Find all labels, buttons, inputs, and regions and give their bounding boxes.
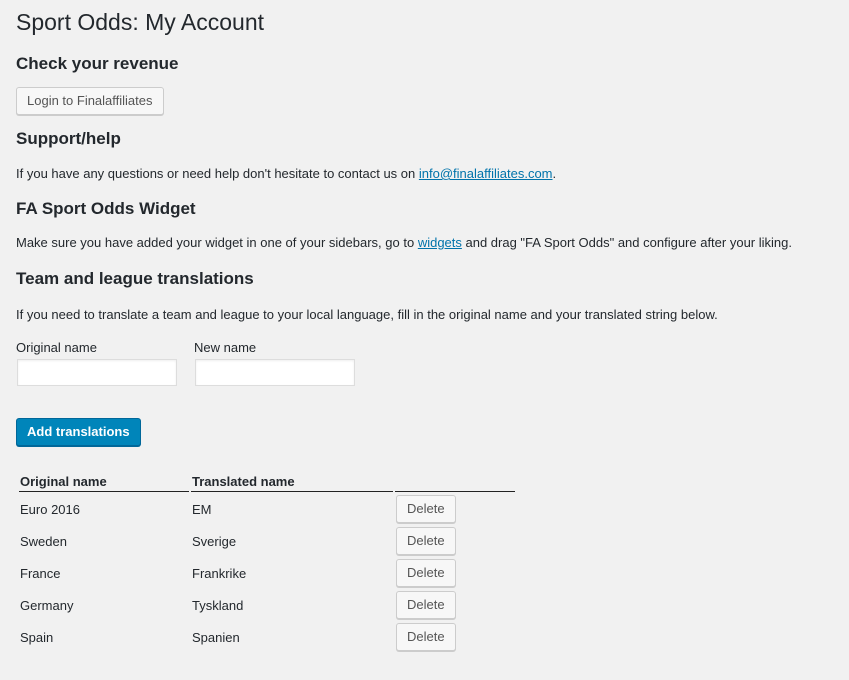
original-name-label: Original name <box>16 340 97 355</box>
translations-table: Original name Translated name Euro 2016 … <box>17 471 517 654</box>
table-row: Euro 2016 EM Delete <box>19 494 515 524</box>
table-row: France Frankrike Delete <box>19 558 515 588</box>
delete-button[interactable]: Delete <box>396 591 456 619</box>
row-actions: Delete <box>395 494 515 524</box>
translations-description: If you need to translate a team and leag… <box>16 307 718 322</box>
delete-button[interactable]: Delete <box>396 559 456 587</box>
new-name-input[interactable] <box>195 359 355 386</box>
widget-text-after: and drag "FA Sport Odds" and configure a… <box>461 235 792 250</box>
login-finalaffiliates-button[interactable]: Login to Finalaffiliates <box>16 87 164 115</box>
table-row: Germany Tyskland Delete <box>19 590 515 620</box>
table-header-row: Original name Translated name <box>19 473 515 492</box>
table-row: Sweden Sverige Delete <box>19 526 515 556</box>
row-actions: Delete <box>395 526 515 556</box>
row-translated: Spanien <box>192 629 240 645</box>
account-page: Sport Odds: My Account Check your revenu… <box>0 0 849 654</box>
row-original: France <box>20 565 61 581</box>
delete-button[interactable]: Delete <box>396 623 456 651</box>
support-text: If you have any questions or need help d… <box>16 164 849 184</box>
widget-text-before: Make sure you have added your widget in … <box>16 235 418 250</box>
widgets-link[interactable]: widgets <box>418 235 462 250</box>
revenue-heading: Check your revenue <box>16 54 179 73</box>
support-text-before: If you have any questions or need help d… <box>16 166 419 181</box>
row-original: Euro 2016 <box>20 501 80 517</box>
row-translated: Tyskland <box>192 597 244 613</box>
widget-text: Make sure you have added your widget in … <box>16 233 849 253</box>
original-name-group: Original name <box>16 339 194 386</box>
row-translated: Frankrike <box>192 565 247 581</box>
delete-button[interactable]: Delete <box>396 495 456 523</box>
row-translated: EM <box>192 501 212 517</box>
support-heading: Support/help <box>16 129 121 148</box>
add-translations-button[interactable]: Add translations <box>16 418 141 446</box>
row-actions: Delete <box>395 558 515 588</box>
page-title: Sport Odds: My Account <box>16 9 265 35</box>
header-translated-name: Translated name <box>191 473 393 492</box>
widget-heading: FA Sport Odds Widget <box>16 199 196 218</box>
delete-button[interactable]: Delete <box>396 527 456 555</box>
row-original: Spain <box>20 629 54 645</box>
header-actions <box>395 473 515 492</box>
translations-heading: Team and league translations <box>16 269 254 288</box>
new-name-label: New name <box>194 340 257 355</box>
row-actions: Delete <box>395 622 515 652</box>
support-text-after: . <box>552 166 557 181</box>
row-actions: Delete <box>395 590 515 620</box>
table-row: Spain Spanien Delete <box>19 622 515 652</box>
original-name-input[interactable] <box>17 359 177 386</box>
header-original-name: Original name <box>19 473 189 492</box>
support-email-link[interactable]: info@finalaffiliates.com <box>419 166 553 181</box>
translation-form: Original name New name <box>16 339 849 386</box>
row-translated: Sverige <box>192 533 237 549</box>
new-name-group: New name <box>194 339 372 386</box>
row-original: Sweden <box>20 533 67 549</box>
row-original: Germany <box>20 597 74 613</box>
